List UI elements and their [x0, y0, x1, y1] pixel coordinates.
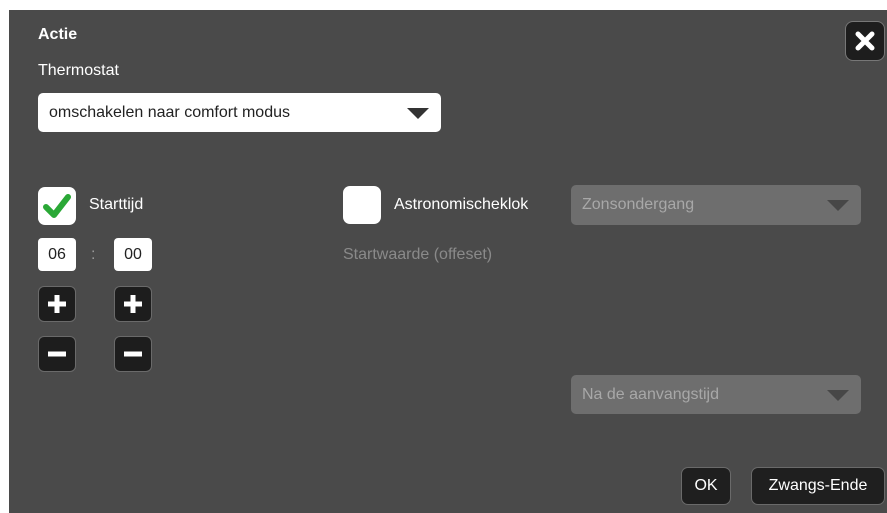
minutes-decrement-button[interactable] [114, 336, 152, 372]
close-button[interactable] [845, 21, 885, 61]
hours-increment-button[interactable] [38, 286, 76, 322]
relation-select-value: Na de aanvangstijd [582, 385, 719, 403]
relation-select[interactable]: Na de aanvangstijd [571, 375, 861, 414]
dialog-subtitle: Thermostat [38, 62, 119, 79]
chevron-down-icon [827, 200, 849, 211]
astro-clock-label: Astronomischeklok [394, 196, 529, 213]
plus-icon [124, 295, 142, 313]
offset-label: Startwaarde (offeset) [343, 246, 493, 263]
force-end-button[interactable]: Zwangs-Ende [751, 467, 885, 505]
starttime-label: Starttijd [89, 196, 144, 213]
chevron-down-icon [827, 389, 849, 401]
astro-clock-checkbox[interactable] [343, 186, 381, 224]
ok-button[interactable]: OK [681, 467, 731, 505]
plus-icon [48, 295, 66, 313]
minus-icon [48, 351, 66, 357]
hours-decrement-button[interactable] [38, 336, 76, 372]
check-icon [43, 194, 71, 218]
starttime-checkbox[interactable] [38, 187, 76, 225]
action-dialog: Actie Thermostat omschakelen naar comfor… [9, 10, 887, 513]
close-icon [855, 31, 875, 51]
minutes-increment-button[interactable] [114, 286, 152, 322]
action-select-value: omschakelen naar comfort modus [49, 103, 290, 121]
sun-event-select[interactable]: Zonsondergang [571, 185, 861, 225]
time-separator: : [91, 246, 96, 263]
hours-field[interactable]: 06 [38, 238, 76, 271]
sun-event-select-value: Zonsondergang [582, 196, 695, 213]
dialog-title: Actie [38, 26, 78, 43]
minutes-field[interactable]: 00 [114, 238, 152, 271]
minus-icon [124, 351, 142, 357]
action-select[interactable]: omschakelen naar comfort modus [38, 93, 441, 132]
chevron-down-icon [407, 107, 429, 119]
